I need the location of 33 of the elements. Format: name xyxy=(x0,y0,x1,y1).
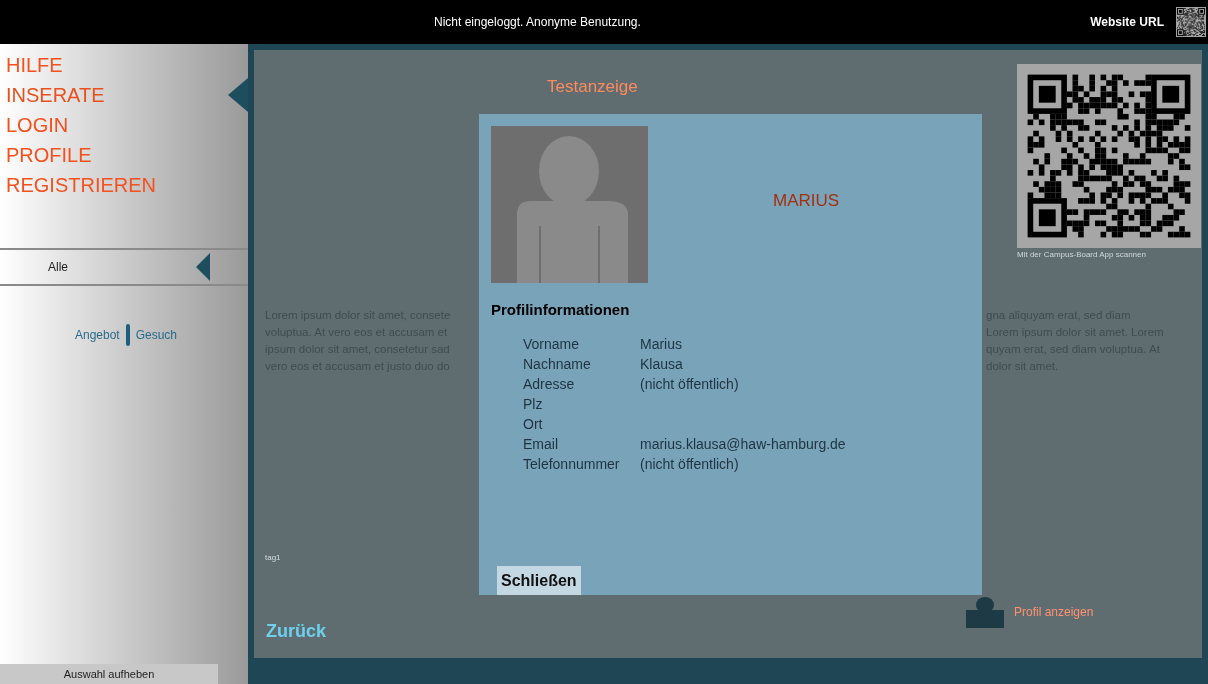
field-label: Plz xyxy=(523,394,544,414)
field-label: Ort xyxy=(523,414,544,434)
profile-name: MARIUS xyxy=(773,189,840,212)
section-heading: Profilinformationen xyxy=(491,300,631,320)
field-label: Adresse xyxy=(523,374,576,394)
nav-link[interactable]: REGISTRIEREN xyxy=(6,170,157,200)
nav-link[interactable]: HILFE xyxy=(6,50,63,80)
ad-tag: tag1 xyxy=(265,552,281,564)
website-link[interactable]: Website URL xyxy=(1090,13,1164,31)
back-link[interactable]: Zurück xyxy=(266,618,326,645)
dropdown-arrow-icon[interactable] xyxy=(196,253,210,281)
ad-title: Testanzeige xyxy=(547,77,638,96)
field-label: Vorname xyxy=(523,334,581,354)
offer-toggle[interactable]: Angebot xyxy=(74,326,120,344)
close-button[interactable]: Schließen xyxy=(497,566,581,595)
field-value: Marius xyxy=(640,334,683,354)
show-profile-link[interactable]: Profil anzeigen xyxy=(1014,603,1094,621)
nav-link[interactable]: PROFILE xyxy=(6,140,92,170)
qr-caption: Mit der Campus-Board App scannen xyxy=(1017,249,1147,261)
login-status: Nicht eingeloggt. Anonyme Benutzung. xyxy=(434,14,641,31)
field-value: (nicht öffentlich) xyxy=(640,454,740,474)
nav-link[interactable]: INSERATE xyxy=(6,80,105,110)
field-value: (nicht öffentlich) xyxy=(640,374,740,394)
clear-selection-button[interactable]: Auswahl aufheben xyxy=(0,664,218,684)
filter-label[interactable]: Alle xyxy=(48,258,68,276)
field-value: marius.klausa@haw-hamburg.de xyxy=(640,434,847,454)
request-toggle[interactable]: Gesuch xyxy=(135,326,178,344)
field-label: Email xyxy=(523,434,559,454)
field-label: Nachname xyxy=(523,354,592,374)
person-icon[interactable] xyxy=(966,596,1004,628)
field-value: Klausa xyxy=(640,354,684,374)
field-label: Telefonnummer xyxy=(523,454,621,474)
nav-link[interactable]: LOGIN xyxy=(6,110,69,140)
